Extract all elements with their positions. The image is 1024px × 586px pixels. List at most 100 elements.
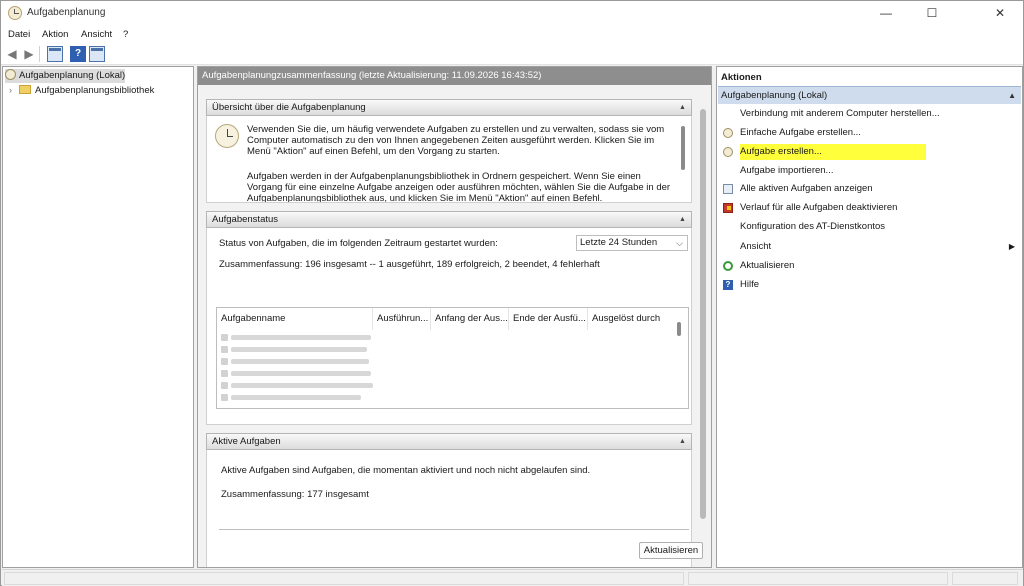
maximize-button[interactable]: ☐ — [909, 1, 955, 27]
help-icon: ? — [723, 280, 733, 290]
table-row[interactable] — [221, 332, 371, 343]
action-refresh[interactable]: Aktualisieren — [722, 258, 1017, 274]
table-row[interactable] — [221, 368, 371, 379]
chevron-right-icon[interactable]: › — [9, 83, 19, 97]
clock-icon — [723, 128, 733, 138]
active-summary: Zusammenfassung: 177 insgesamt — [221, 489, 369, 500]
tree-item-library[interactable]: › Aufgabenplanungsbibliothek — [9, 83, 154, 97]
table-row[interactable] — [221, 356, 371, 367]
toolbar: ◀ ▶ ? — [1, 43, 1023, 65]
active-title: Aktive Aufgaben — [212, 436, 281, 447]
col-header-end[interactable]: Ende der Ausfü... — [509, 308, 588, 330]
action-import-task[interactable]: Aufgabe importieren... — [722, 163, 1017, 179]
action-label: Verlauf für alle Aufgaben deaktivieren — [740, 202, 898, 213]
overview-line: Aufgabenplanungsbibliothek aus, und klic… — [247, 193, 603, 203]
show-hide-console-tree-icon[interactable] — [47, 46, 63, 62]
list-icon — [723, 184, 733, 194]
blurred-text — [231, 383, 373, 388]
show-hide-action-pane-icon[interactable] — [89, 46, 105, 62]
refresh-icon — [723, 261, 733, 271]
blurred-text — [231, 335, 371, 340]
period-dropdown[interactable]: Letzte 24 Stunden ⌵ — [576, 235, 688, 251]
status-cell — [688, 572, 948, 585]
menu-datei[interactable]: Datei — [8, 29, 30, 40]
actions-pane: Aktionen Aufgabenplanung (Lokal) ▲ Verbi… — [716, 66, 1023, 568]
blurred-icon — [221, 382, 228, 389]
minimize-button[interactable]: — — [863, 1, 909, 27]
action-help[interactable]: ? Hilfe — [722, 277, 1017, 293]
chevron-down-icon: ⌵ — [676, 238, 683, 248]
action-view[interactable]: Ansicht ▶ — [722, 239, 1017, 255]
action-show-running[interactable]: Alle aktiven Aufgaben anzeigen — [722, 181, 1017, 197]
back-arrow-icon[interactable]: ◀ — [4, 46, 20, 62]
action-label: Hilfe — [740, 279, 760, 290]
menu-ansicht[interactable]: Ansicht — [81, 29, 112, 40]
menu-aktion[interactable]: Aktion — [42, 29, 68, 40]
status-summary: Zusammenfassung: 196 insgesamt -- 1 ausg… — [219, 259, 600, 270]
action-create-basic-task[interactable]: Einfache Aufgabe erstellen... — [722, 125, 1017, 141]
forward-arrow-icon[interactable]: ▶ — [21, 46, 37, 62]
help-icon[interactable]: ? — [70, 46, 86, 62]
collapse-up-icon[interactable]: ▲ — [677, 102, 688, 113]
blurred-icon — [221, 394, 228, 401]
overview-title: Übersicht über die Aufgabenplanung — [212, 102, 366, 113]
window-title: Aufgabenplanung — [27, 7, 106, 18]
action-at-service-account[interactable]: Konfiguration des AT-Dienstkontos — [722, 219, 1017, 235]
overview-line: Aufgaben werden in der Aufgabenplanungsb… — [247, 171, 641, 182]
action-create-task[interactable]: Aufgabe erstellen... — [722, 144, 1017, 160]
status-section-header[interactable]: Aufgabenstatus ▲ — [206, 211, 692, 228]
overview-para2: Aufgaben werden in der Aufgabenplanungsb… — [247, 171, 671, 203]
blurred-text — [231, 395, 361, 400]
blurred-text — [231, 371, 371, 376]
overview-scrollbar[interactable] — [681, 126, 685, 170]
close-button[interactable]: ✕ — [977, 1, 1023, 27]
table-row[interactable] — [221, 380, 373, 391]
tree-item-library-label: Aufgabenplanungsbibliothek — [35, 85, 155, 96]
book-icon — [723, 203, 733, 213]
status-period-label: Status von Aufgaben, die im folgenden Ze… — [219, 238, 498, 249]
status-cell — [4, 572, 684, 585]
overview-para1: Verwenden Sie die, um häufig verwendete … — [247, 124, 664, 157]
col-header-start[interactable]: Anfang der Aus... — [431, 308, 509, 330]
active-section: Aktive Aufgaben ▲ Aktive Aufgaben sind A… — [206, 433, 692, 567]
overview-line: Menü "Aktion" auf einen Befehl, um den V… — [247, 146, 500, 157]
collapse-up-icon[interactable]: ▲ — [677, 436, 688, 447]
table-row[interactable] — [221, 392, 371, 403]
tree-item-root[interactable]: Aufgabenplanung (Lokal) — [5, 69, 126, 83]
active-section-header[interactable]: Aktive Aufgaben ▲ — [206, 433, 692, 450]
refresh-button[interactable]: Aktualisieren — [639, 542, 703, 559]
action-label: Aktualisieren — [740, 260, 795, 271]
table-scrollbar[interactable] — [677, 322, 681, 336]
action-label: Alle aktiven Aufgaben anzeigen — [740, 183, 873, 194]
title-bar: Aufgabenplanung — ☐ ✕ — [1, 1, 1023, 27]
status-cell — [952, 572, 1018, 585]
collapse-up-icon[interactable]: ▲ — [1008, 87, 1016, 104]
summary-header: Aufgabenplanungzusammenfassung (letzte A… — [198, 67, 711, 85]
status-bar — [2, 569, 1023, 586]
col-header-name[interactable]: Aufgabenname — [217, 308, 373, 330]
overview-section-header[interactable]: Übersicht über die Aufgabenplanung ▲ — [206, 99, 692, 116]
col-header-result[interactable]: Ausführun... — [373, 308, 431, 330]
collapse-up-icon[interactable]: ▲ — [677, 214, 688, 225]
period-dropdown-value: Letzte 24 Stunden — [580, 237, 658, 248]
actions-group-header[interactable]: Aufgabenplanung (Lokal) ▲ — [718, 86, 1021, 104]
blurred-icon — [221, 358, 228, 365]
clock-icon — [5, 69, 16, 80]
action-disable-history[interactable]: Verlauf für alle Aufgaben deaktivieren — [722, 200, 1017, 216]
action-label: Ansicht — [740, 241, 772, 252]
status-section: Aufgabenstatus ▲ Status von Aufgaben, di… — [206, 211, 692, 425]
overview-line: Verwenden Sie die, um häufig verwendete … — [247, 124, 665, 135]
menu-bar: Datei Aktion Ansicht ? — [1, 27, 1023, 43]
clock-icon — [215, 124, 239, 148]
summary-scrollbar[interactable] — [700, 109, 706, 519]
action-connect[interactable]: Verbindung mit anderem Computer herstell… — [722, 106, 1017, 122]
blurred-text — [231, 347, 367, 352]
table-row[interactable] — [221, 344, 371, 355]
blurred-text — [231, 359, 369, 364]
blurred-icon — [221, 346, 228, 353]
menu-help[interactable]: ? — [123, 29, 128, 40]
overview-line: Vorgang für eine einzelne Aufgabe anzeig… — [247, 182, 671, 193]
col-header-trigger[interactable]: Ausgelöst durch — [588, 308, 664, 330]
blurred-icon — [221, 370, 228, 377]
console-tree: Aufgabenplanung (Lokal) › Aufgabenplanung… — [2, 66, 194, 568]
